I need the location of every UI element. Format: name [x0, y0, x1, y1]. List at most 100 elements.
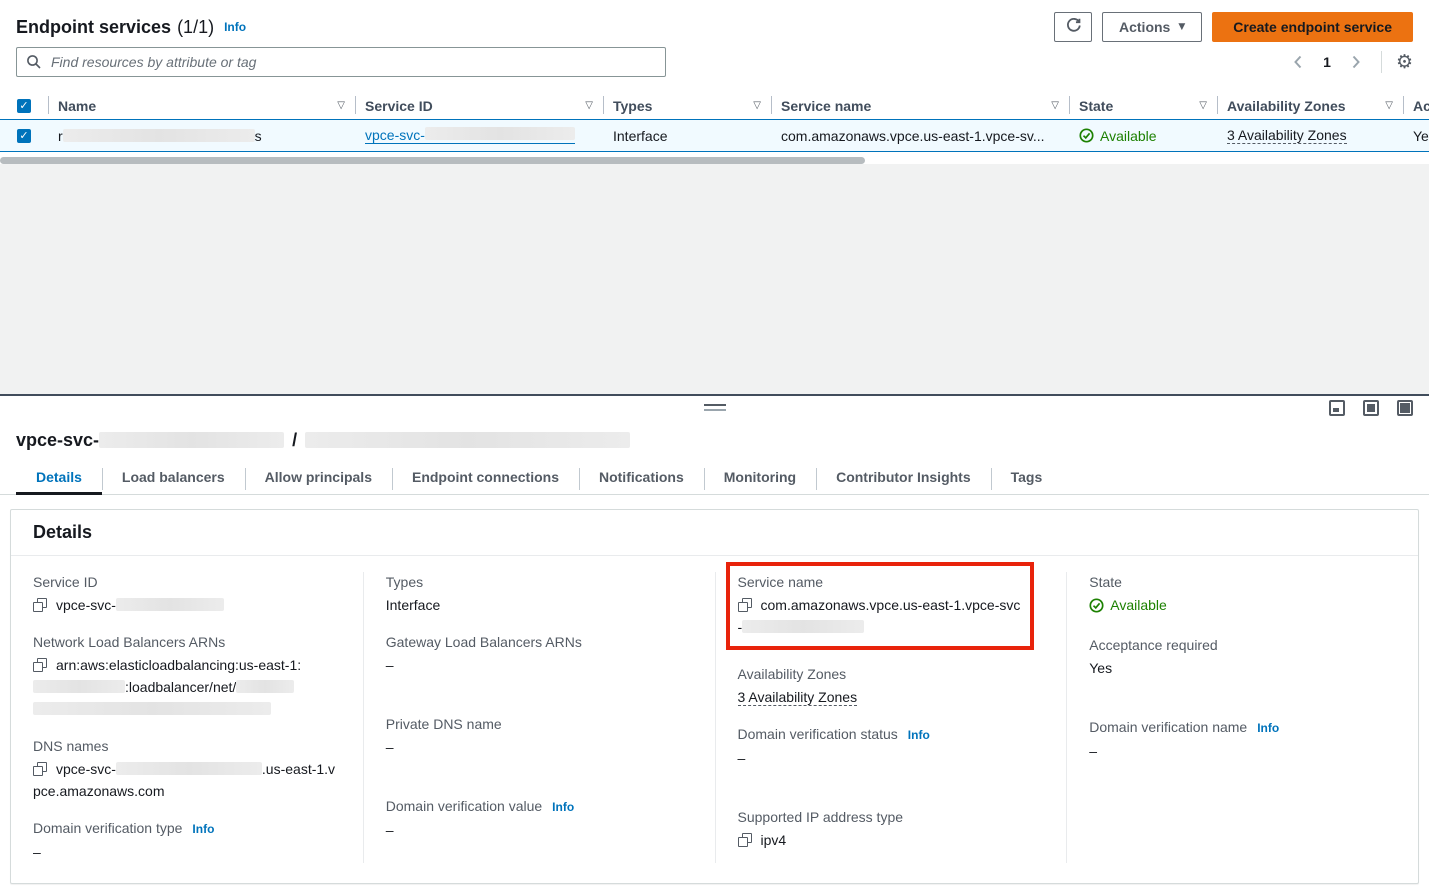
field-acceptance-required: Acceptance required Yes	[1089, 635, 1398, 679]
cell-acceptance: Yes	[1403, 120, 1429, 151]
panel-title: vpce-svc-/	[0, 424, 1429, 451]
availability-zones-popover-link[interactable]: 3 Availability Zones	[1227, 127, 1347, 144]
cell-types: Interface	[603, 120, 771, 151]
field-service-id: Service ID vpce-svc-	[33, 572, 343, 616]
actions-button[interactable]: Actions ▼	[1102, 12, 1202, 42]
sort-icon[interactable]: ▽	[329, 100, 345, 111]
tab-details[interactable]: Details	[16, 463, 102, 494]
cell-service-name: com.amazonaws.vpce.us-east-1.vpce-sv...	[771, 120, 1069, 151]
field-service-name-highlighted: Service name com.amazonaws.vpce.us-east-…	[726, 562, 1035, 650]
field-supported-ip-address-type: Supported IP address type ipv4	[738, 807, 1047, 851]
resource-count: (1/1)	[177, 17, 214, 38]
check-circle-icon	[1089, 598, 1104, 613]
row-checkbox[interactable]: ✓	[17, 129, 31, 143]
endpoint-services-header-section: Endpoint services (1/1) Info Actions ▼ C…	[0, 0, 1429, 164]
copy-icon[interactable]	[33, 598, 47, 612]
field-domain-verification-type: Domain verification typeInfo –	[33, 818, 343, 863]
details-column-1: Service ID vpce-svc- Network Load Balanc…	[11, 572, 363, 863]
info-link[interactable]: Info	[908, 728, 930, 742]
search-input[interactable]	[16, 47, 666, 77]
copy-icon[interactable]	[33, 762, 47, 776]
panel-drag-handle[interactable]	[704, 404, 726, 411]
detail-split-panel: vpce-svc-/ Details Load balancers Allow …	[0, 396, 1429, 884]
panel-size-large-icon[interactable]	[1397, 400, 1413, 416]
redacted-value	[33, 702, 271, 715]
field-types: Types Interface	[386, 572, 695, 616]
redacted-value	[236, 680, 294, 693]
tab-tags[interactable]: Tags	[991, 463, 1063, 494]
table-row[interactable]: ✓ rs vpce-svc- Interface com.amazonaws.v…	[0, 119, 1429, 152]
info-link[interactable]: Info	[1257, 721, 1279, 735]
field-network-load-balancers-arns: Network Load Balancers ARNs arn:aws:elas…	[33, 632, 343, 720]
column-header-acceptance-required[interactable]: Acceptance required	[1403, 92, 1429, 119]
copy-icon[interactable]	[738, 833, 752, 847]
column-header-state[interactable]: State▽	[1069, 92, 1217, 119]
create-endpoint-service-button[interactable]: Create endpoint service	[1212, 12, 1413, 42]
table-settings-gear-icon[interactable]: ⚙	[1396, 53, 1413, 72]
select-all-checkbox[interactable]: ✓	[17, 99, 31, 113]
search-box	[16, 47, 666, 77]
details-card: Details Service ID vpce-svc- Network Loa…	[10, 509, 1419, 884]
field-state: State Available	[1089, 572, 1398, 619]
tab-monitoring[interactable]: Monitoring	[704, 463, 816, 494]
redacted-value	[116, 762, 262, 775]
tab-load-balancers[interactable]: Load balancers	[102, 463, 245, 494]
panel-size-medium-icon[interactable]	[1363, 400, 1379, 416]
sort-icon[interactable]: ▽	[1377, 100, 1393, 111]
info-link[interactable]: Info	[192, 822, 214, 836]
horizontal-scrollbar-thumb[interactable]	[0, 157, 865, 164]
availability-zones-popover-link[interactable]: 3 Availability Zones	[738, 689, 858, 706]
field-availability-zones: Availability Zones 3 Availability Zones	[738, 664, 1047, 708]
pager-divider	[1381, 51, 1382, 73]
tab-allow-principals[interactable]: Allow principals	[245, 463, 392, 494]
copy-icon[interactable]	[738, 598, 752, 612]
field-private-dns-name: Private DNS name –	[386, 714, 695, 758]
redacted-service-name	[305, 432, 630, 448]
check-circle-icon	[1079, 128, 1094, 143]
redacted-service-id	[99, 432, 284, 448]
redacted-name	[63, 129, 255, 142]
field-domain-verification-status: Domain verification statusInfo –	[738, 724, 1047, 769]
state-available-badge: Available	[1089, 594, 1167, 616]
previous-page-button[interactable]	[1287, 51, 1309, 73]
redacted-value	[116, 598, 224, 611]
sort-icon[interactable]: ▽	[745, 100, 761, 111]
column-header-name[interactable]: Name▽	[48, 92, 355, 119]
details-column-4: State Available Acceptance required Yes …	[1066, 572, 1418, 863]
redacted-service-id	[425, 127, 575, 140]
sort-icon[interactable]: ▽	[1043, 100, 1059, 111]
field-dns-names: DNS names vpce-svc-.us-east-1.vpce.amazo…	[33, 736, 343, 802]
field-gateway-load-balancers-arns: Gateway Load Balancers ARNs –	[386, 632, 695, 676]
next-page-button[interactable]	[1345, 51, 1367, 73]
panel-size-small-icon[interactable]	[1329, 400, 1345, 416]
tab-contributor-insights[interactable]: Contributor Insights	[816, 463, 991, 494]
current-page-number[interactable]: 1	[1323, 54, 1331, 70]
column-header-service-name[interactable]: Service name▽	[771, 92, 1069, 119]
column-header-service-id[interactable]: Service ID▽	[355, 92, 603, 119]
cell-name: rs	[48, 120, 355, 151]
refresh-icon	[1065, 17, 1082, 37]
tab-notifications[interactable]: Notifications	[579, 463, 704, 494]
details-card-heading: Details	[11, 510, 1418, 556]
service-id-link[interactable]: vpce-svc-	[365, 127, 575, 144]
info-link[interactable]: Info	[552, 800, 574, 814]
horizontal-scrollbar	[0, 157, 1429, 164]
copy-icon[interactable]	[33, 658, 47, 672]
column-header-types[interactable]: Types▽	[603, 92, 771, 119]
split-panel-gap	[0, 164, 1429, 396]
endpoint-services-table: ✓ Name▽ Service ID▽ Types▽ Service name▽…	[0, 92, 1429, 164]
page-title: Endpoint services	[16, 17, 171, 38]
state-available-badge: Available	[1079, 128, 1157, 144]
refresh-button[interactable]	[1054, 12, 1092, 42]
details-column-3: Service name com.amazonaws.vpce.us-east-…	[715, 572, 1067, 863]
header-info-link[interactable]: Info	[224, 20, 246, 34]
tab-endpoint-connections[interactable]: Endpoint connections	[392, 463, 579, 494]
chevron-down-icon: ▼	[1178, 22, 1185, 32]
sort-icon[interactable]: ▽	[1191, 100, 1207, 111]
field-domain-verification-name: Domain verification nameInfo –	[1089, 717, 1398, 762]
sort-icon[interactable]: ▽	[577, 100, 593, 111]
table-header-row: ✓ Name▽ Service ID▽ Types▽ Service name▽…	[0, 92, 1429, 119]
column-header-availability-zones[interactable]: Availability Zones▽	[1217, 92, 1403, 119]
panel-tabs: Details Load balancers Allow principals …	[0, 463, 1429, 495]
search-icon	[26, 54, 42, 73]
